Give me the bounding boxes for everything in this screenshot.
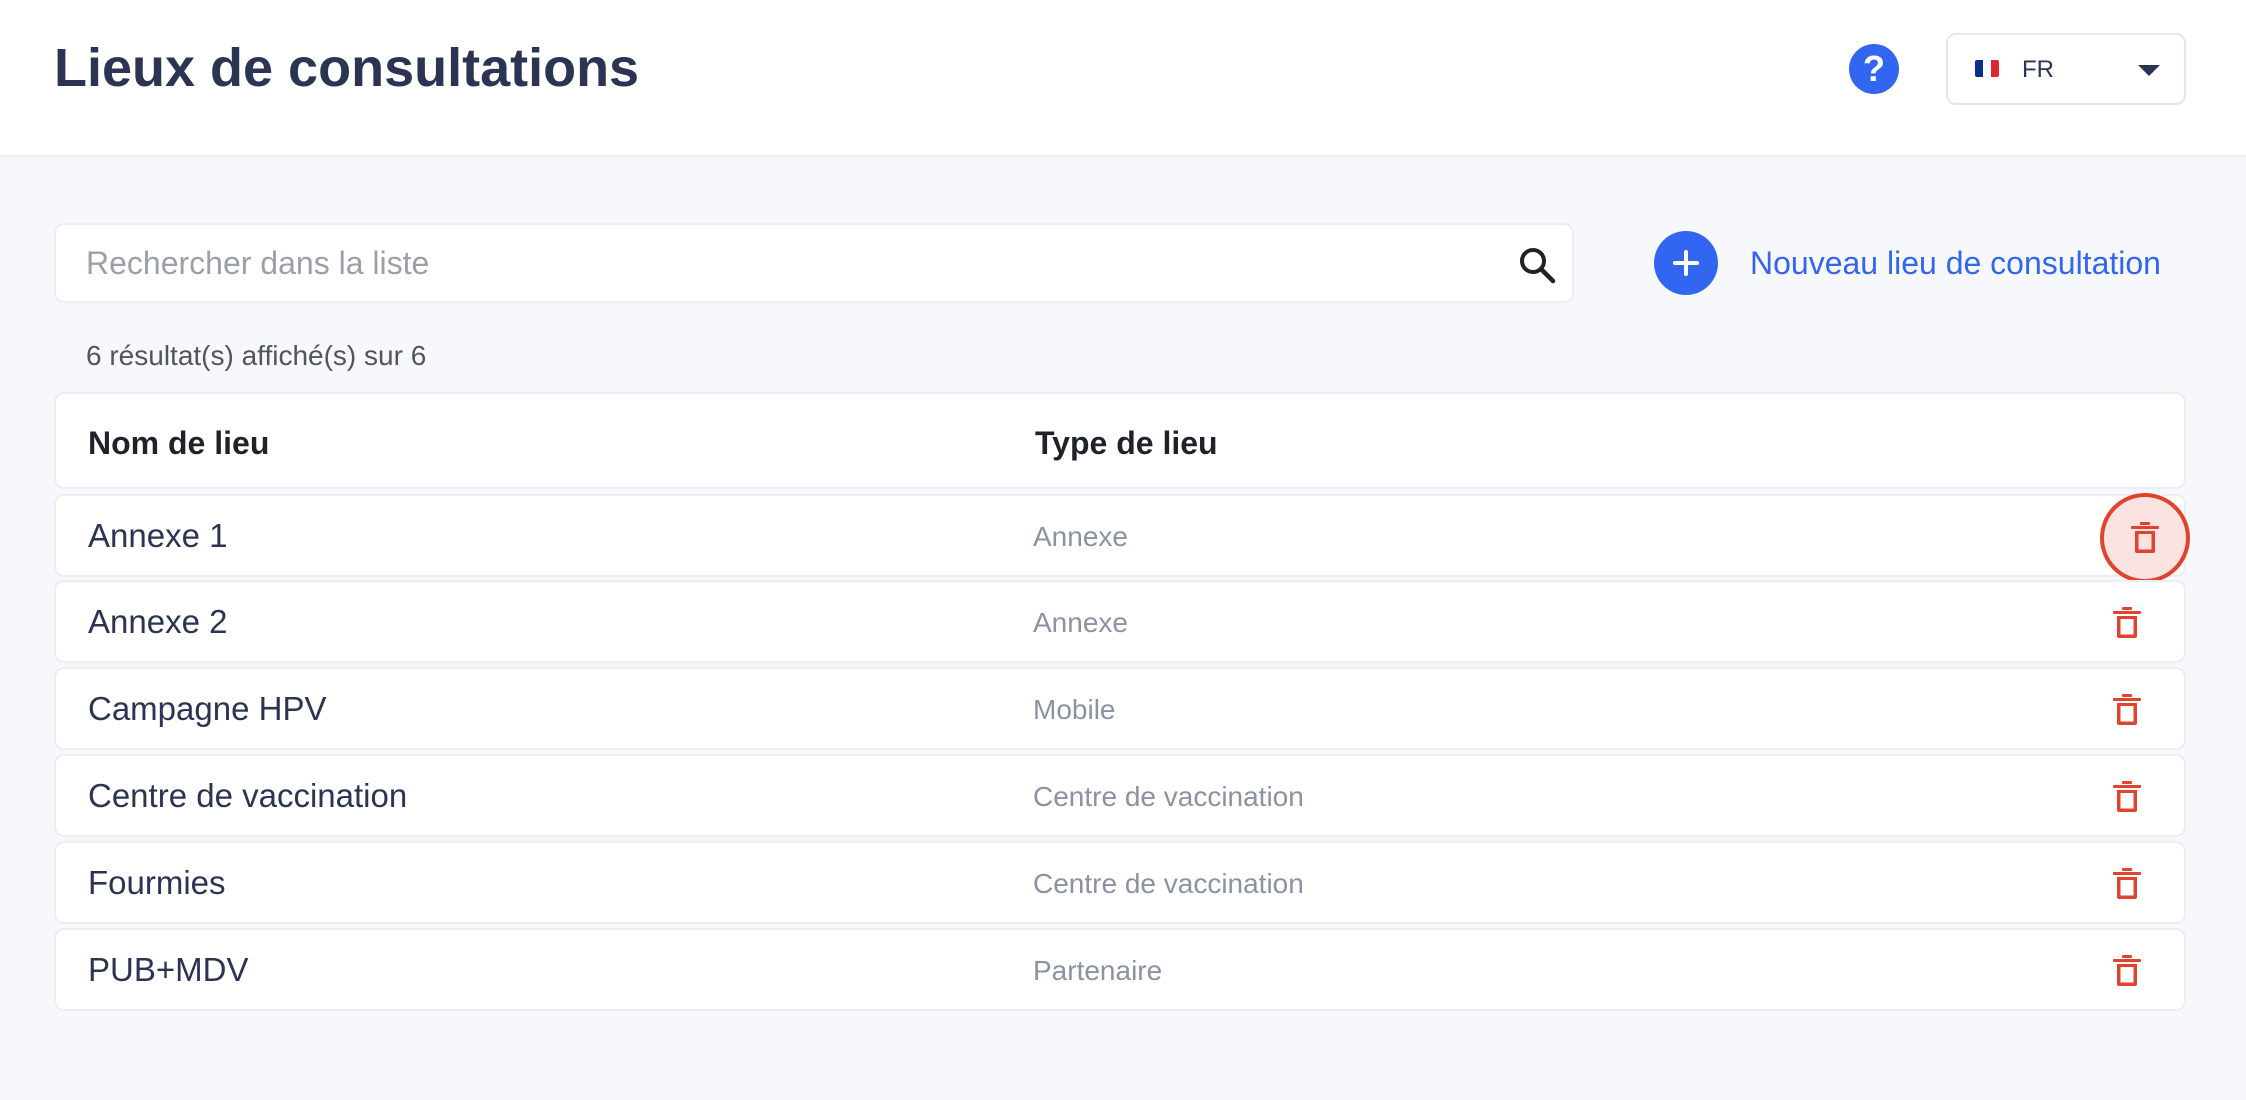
delete-button[interactable]	[2099, 856, 2155, 912]
add-location-button[interactable]	[1654, 231, 1718, 295]
location-name: Fourmies	[88, 864, 226, 901]
caret-down-icon	[2138, 65, 2160, 76]
delete-button[interactable]	[2099, 595, 2155, 651]
location-type: Centre de vaccination	[1033, 868, 1304, 899]
trash-icon	[2113, 694, 2141, 725]
delete-button[interactable]	[2099, 943, 2155, 999]
location-type: Mobile	[1033, 694, 1116, 725]
table-row[interactable]: Centre de vaccination Centre de vaccinati…	[54, 754, 2186, 837]
trash-icon	[2113, 607, 2141, 638]
table-header: Nom de lieu Type de lieu	[54, 392, 2186, 489]
trash-icon	[2113, 868, 2141, 899]
language-select[interactable]: FR	[1946, 33, 2186, 105]
trash-icon	[2131, 522, 2159, 553]
page-title: Lieux de consultations	[54, 38, 640, 98]
column-header-type: Type de lieu	[1035, 425, 1218, 461]
delete-button[interactable]	[2100, 493, 2190, 583]
location-name: Centre de vaccination	[88, 777, 408, 814]
column-header-name: Nom de lieu	[88, 425, 270, 461]
location-name: Annexe 2	[88, 603, 228, 640]
table-row[interactable]: Annexe 2 Annexe	[54, 580, 2186, 663]
result-count: 6 résultat(s) affiché(s) sur 6	[86, 340, 427, 371]
search-icon[interactable]	[1517, 245, 1557, 285]
search-input[interactable]	[86, 225, 1486, 301]
trash-icon	[2113, 955, 2141, 986]
top-bar: Lieux de consultations ? FR	[0, 0, 2246, 157]
table-row[interactable]: PUB+MDV Partenaire	[54, 928, 2186, 1011]
table-row[interactable]: Campagne HPV Mobile	[54, 667, 2186, 750]
location-name: Annexe 1	[88, 517, 228, 554]
new-location-link[interactable]: Nouveau lieu de consultation	[1750, 244, 2161, 282]
location-type: Partenaire	[1033, 955, 1163, 986]
location-name: PUB+MDV	[88, 951, 249, 988]
location-type: Centre de vaccination	[1033, 781, 1304, 812]
french-flag-icon	[1975, 60, 1999, 77]
location-type: Annexe	[1033, 521, 1128, 552]
location-name: Campagne HPV	[88, 690, 327, 727]
delete-button[interactable]	[2099, 769, 2155, 825]
table-row[interactable]: Annexe 1 Annexe	[54, 493, 2190, 583]
search-box	[54, 223, 1574, 303]
location-type: Annexe	[1033, 607, 1128, 638]
language-code: FR	[2022, 56, 2054, 83]
table-row[interactable]: Fourmies Centre de vaccination	[54, 841, 2186, 924]
trash-icon	[2113, 781, 2141, 812]
delete-button[interactable]	[2099, 682, 2155, 738]
help-icon[interactable]: ?	[1849, 44, 1899, 94]
